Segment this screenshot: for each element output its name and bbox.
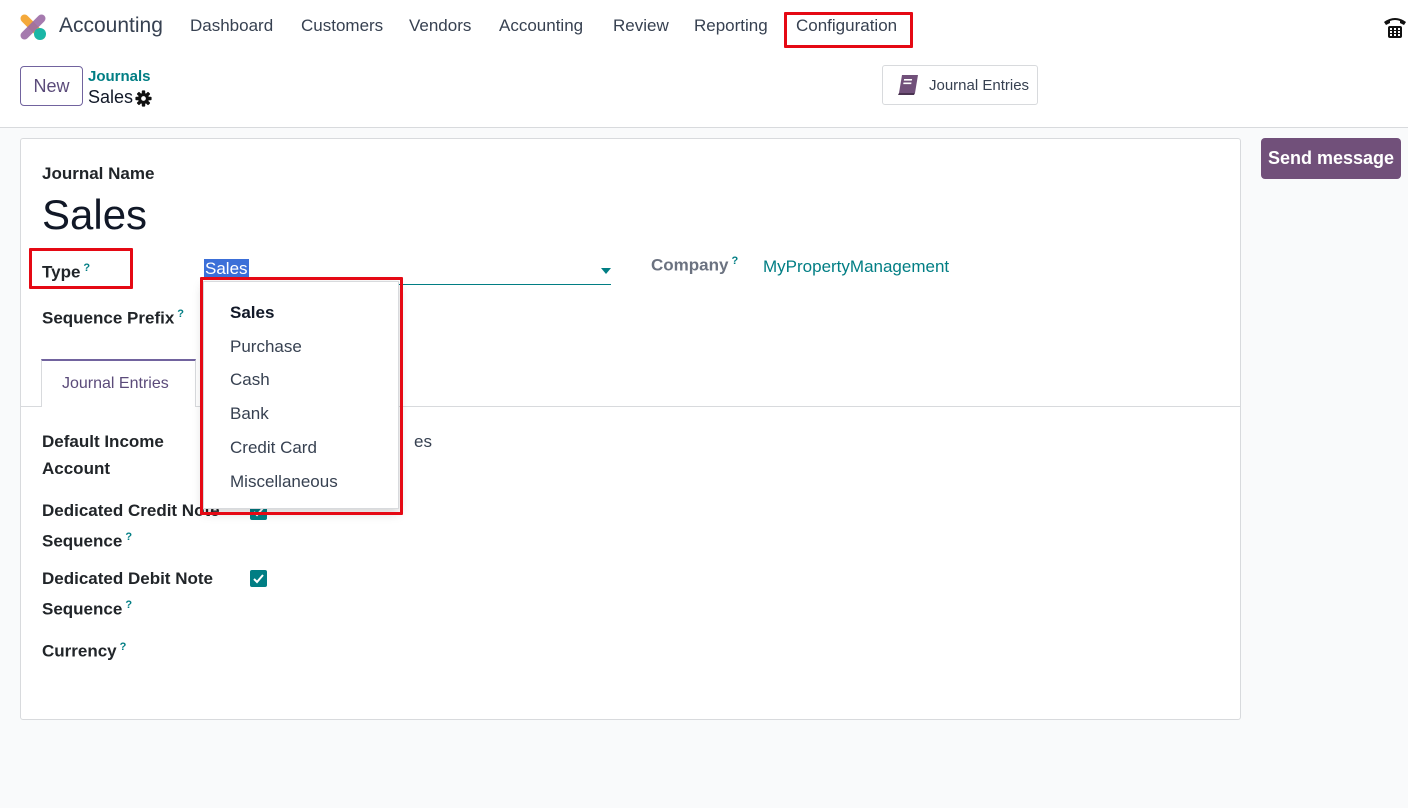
- new-button[interactable]: New: [20, 66, 83, 106]
- book-icon: [898, 75, 918, 95]
- debit-note-checkbox[interactable]: [250, 570, 267, 587]
- nav-vendors[interactable]: Vendors: [409, 16, 471, 36]
- credit-note-help-icon[interactable]: ?: [125, 531, 132, 543]
- journal-name-label: Journal Name: [42, 164, 155, 183]
- breadcrumb-journals[interactable]: Journals: [88, 68, 151, 85]
- company-help-icon[interactable]: ?: [731, 255, 738, 267]
- gear-icon[interactable]: [135, 90, 152, 107]
- app-title[interactable]: Accounting: [59, 14, 163, 38]
- nav-customers[interactable]: Customers: [301, 16, 383, 36]
- send-message-button[interactable]: Send message: [1261, 138, 1401, 179]
- journal-entries-smart-button[interactable]: Journal Entries: [882, 65, 1038, 105]
- type-option-sales[interactable]: Sales: [230, 303, 274, 323]
- accounting-app-icon[interactable]: [19, 13, 47, 41]
- currency-help-icon[interactable]: ?: [120, 641, 127, 653]
- type-dropdown-menu: Sales Purchase Cash Bank Credit Card Mis…: [203, 281, 399, 509]
- control-panel: New Journals Sales Journal Entries: [0, 55, 1408, 128]
- sequence-prefix-label: Sequence Prefix?: [42, 308, 185, 328]
- nav-accounting[interactable]: Accounting: [499, 16, 583, 36]
- breadcrumb-current: Sales: [88, 87, 134, 107]
- nav-configuration[interactable]: Configuration: [796, 16, 897, 36]
- top-navbar: Accounting Dashboard Customers Vendors A…: [0, 0, 1408, 55]
- type-option-miscellaneous[interactable]: Miscellaneous: [230, 472, 338, 492]
- debit-note-help-icon[interactable]: ?: [125, 599, 132, 611]
- credit-note-sequence-label: Dedicated Credit Note Sequence?: [42, 501, 220, 551]
- company-label: Company?: [651, 255, 739, 275]
- type-option-credit-card[interactable]: Credit Card: [230, 438, 317, 458]
- journal-name-field[interactable]: Sales: [42, 191, 147, 239]
- nav-dashboard[interactable]: Dashboard: [190, 16, 273, 36]
- phone-icon[interactable]: [1382, 14, 1408, 40]
- type-help-icon[interactable]: ?: [83, 262, 90, 274]
- nav-review[interactable]: Review: [613, 16, 669, 36]
- type-option-bank[interactable]: Bank: [230, 404, 269, 424]
- check-icon: [253, 574, 264, 584]
- default-income-account-value[interactable]: es: [414, 432, 432, 452]
- type-select-value: Sales: [204, 259, 249, 279]
- sequence-prefix-help-icon[interactable]: ?: [177, 308, 184, 320]
- type-option-cash[interactable]: Cash: [230, 370, 270, 390]
- default-income-account-label: Default Income Account: [42, 432, 164, 478]
- tab-journal-entries[interactable]: Journal Entries: [41, 359, 196, 407]
- caret-down-icon: [601, 268, 611, 274]
- type-label: Type?: [42, 262, 91, 282]
- debit-note-sequence-label: Dedicated Debit Note Sequence?: [42, 569, 213, 619]
- tab-journal-entries-label: Journal Entries: [62, 375, 169, 392]
- journal-entries-label: Journal Entries: [929, 77, 1030, 94]
- type-option-purchase[interactable]: Purchase: [230, 337, 302, 357]
- currency-label: Currency?: [42, 641, 127, 661]
- company-field[interactable]: MyPropertyManagement: [763, 257, 949, 277]
- nav-reporting[interactable]: Reporting: [694, 16, 768, 36]
